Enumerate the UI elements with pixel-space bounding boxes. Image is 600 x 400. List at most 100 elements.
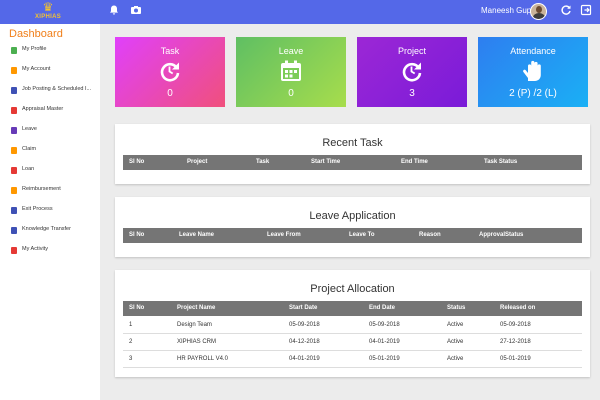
app-logo[interactable]: ♛ XIPHIAS: [30, 1, 66, 23]
tile-task[interactable]: Task 0: [115, 37, 225, 107]
column-header[interactable]: Leave To: [349, 232, 375, 238]
refresh-clock-icon: [157, 59, 183, 83]
sidebar-title[interactable]: Dashboard: [9, 28, 63, 40]
column-header[interactable]: End Date: [369, 305, 395, 311]
cell-project-name: HR PAYROLL V4.0: [177, 356, 228, 362]
sidebar-item-label: My Activity: [22, 246, 48, 252]
column-header[interactable]: Leave Name: [179, 232, 214, 238]
tile-value: 0: [288, 88, 294, 99]
column-header[interactable]: Task Status: [484, 159, 517, 165]
cell-end-date: 05-09-2018: [369, 322, 400, 328]
sidebar-item-knowledge-transfer[interactable]: Knowledge Transfer: [0, 222, 100, 240]
profile-icon: [11, 47, 17, 54]
account-icon: [11, 67, 17, 74]
job-icon: [11, 87, 17, 94]
column-header[interactable]: Status: [447, 305, 465, 311]
tile-title: Leave: [278, 46, 304, 56]
sidebar-item-label: My Profile: [22, 46, 47, 52]
sidebar-item-claim[interactable]: Claim: [0, 142, 100, 160]
column-header[interactable]: Released on: [500, 305, 535, 311]
leave-icon: [11, 127, 17, 134]
cell-released-on: 05-09-2018: [500, 322, 531, 328]
tile-title: Attendance: [510, 46, 556, 56]
column-header[interactable]: Reason: [419, 232, 441, 238]
recent-task-title: Recent Task: [322, 137, 383, 149]
sidebar-item-label: Exit Process: [22, 206, 53, 212]
claim-icon: [11, 147, 17, 154]
table-row[interactable]: 3 HR PAYROLL V4.0 04-01-2019 05-01-2019 …: [123, 351, 582, 368]
tile-project[interactable]: Project 3: [357, 37, 467, 107]
cell-project-name: Design Team: [177, 322, 212, 328]
logo-mark: ♛: [42, 0, 54, 14]
avatar[interactable]: [530, 3, 547, 20]
column-header[interactable]: Start Date: [289, 305, 317, 311]
logout-icon[interactable]: [578, 4, 594, 20]
hand-icon: [520, 59, 546, 83]
project-allocation-table-header: Sl No Project Name Start Date End Date S…: [123, 301, 582, 316]
bell-icon[interactable]: [106, 4, 122, 20]
sidebar-item-my-account[interactable]: My Account: [0, 62, 100, 80]
sidebar-item-label: Claim: [22, 146, 37, 152]
sidebar-item-label: Appraisal Master: [22, 106, 64, 112]
sidebar-item-my-activity[interactable]: My Activity: [0, 242, 100, 260]
calendar-icon: [278, 59, 304, 83]
leave-application-card: Leave Application Sl No Leave Name Leave…: [115, 197, 590, 257]
sidebar-item-label: Loan: [22, 166, 35, 172]
column-header[interactable]: Project Name: [177, 305, 215, 311]
cell-start-date: 05-09-2018: [289, 322, 320, 328]
column-header[interactable]: Sl No: [129, 305, 144, 311]
sidebar-item-label: My Account: [22, 66, 51, 72]
reimbursement-icon: [11, 187, 17, 194]
tile-title: Project: [397, 46, 426, 56]
avatar-shoulders: [533, 13, 545, 19]
logo-text: XIPHIAS: [34, 14, 62, 20]
column-header[interactable]: Leave From: [267, 232, 301, 238]
loan-icon: [11, 167, 17, 174]
recent-task-table-header: Sl No Project Task Start Time End Time T…: [123, 155, 582, 170]
cell-status: Active: [447, 339, 464, 345]
cell-start-date: 04-12-2018: [289, 339, 320, 345]
sidebar-item-exit-process[interactable]: Exit Process: [0, 202, 100, 220]
column-header[interactable]: Task: [256, 159, 269, 165]
knowledge-icon: [11, 227, 17, 234]
refresh-clock-icon: [399, 59, 425, 83]
camera-icon[interactable]: [128, 4, 144, 20]
column-header[interactable]: Start Time: [311, 159, 340, 165]
column-header[interactable]: Sl No: [129, 232, 144, 238]
sidebar-item-job-posting[interactable]: Job Posting & Scheduled I...: [0, 82, 100, 100]
cell-end-date: 04-01-2019: [369, 339, 400, 345]
tile-value: 3: [409, 88, 415, 99]
tile-leave[interactable]: Leave 0: [236, 37, 346, 107]
cell-project-name: XIPHIAS CRM: [177, 339, 217, 345]
table-row[interactable]: 1 Design Team 05-09-2018 05-09-2018 Acti…: [123, 317, 582, 334]
tile-value: 2 (P) /2 (L): [509, 88, 557, 99]
sidebar-item-leave[interactable]: Leave: [0, 122, 100, 140]
project-allocation-title: Project Allocation: [310, 283, 395, 295]
cell-start-date: 04-01-2019: [289, 356, 320, 362]
tile-title: Task: [160, 46, 180, 56]
column-header[interactable]: End Time: [401, 159, 428, 165]
column-header[interactable]: ApprovalStatus: [479, 232, 523, 238]
sidebar-item-label: Job Posting & Scheduled I...: [22, 86, 92, 92]
leave-application-table-header: Sl No Leave Name Leave From Leave To Rea…: [123, 228, 582, 243]
sidebar-item-my-profile[interactable]: My Profile: [0, 42, 100, 60]
avatar-head: [536, 6, 542, 13]
table-row[interactable]: 2 XIPHIAS CRM 04-12-2018 04-01-2019 Acti…: [123, 334, 582, 351]
cell-sl-no: 1: [129, 322, 133, 328]
cell-released-on: 27-12-2018: [500, 339, 531, 345]
cell-sl-no: 2: [129, 339, 133, 345]
column-header[interactable]: Project: [187, 159, 207, 165]
sidebar-item-loan[interactable]: Loan: [0, 162, 100, 180]
sidebar-item-label: Leave: [22, 126, 37, 132]
sidebar-item-appraisal-master[interactable]: Appraisal Master: [0, 102, 100, 120]
eye-icon: [11, 107, 17, 114]
tile-value: 0: [167, 88, 173, 99]
column-header[interactable]: Sl No: [129, 159, 144, 165]
refresh-icon[interactable]: [558, 4, 574, 20]
cell-status: Active: [447, 356, 464, 362]
sidebar-item-label: Knowledge Transfer: [22, 226, 71, 232]
tile-attendance[interactable]: Attendance 2 (P) /2 (L): [478, 37, 588, 107]
leave-application-title: Leave Application: [309, 210, 396, 222]
exit-icon: [11, 207, 17, 214]
sidebar-item-reimbursement[interactable]: Reimbursement: [0, 182, 100, 200]
